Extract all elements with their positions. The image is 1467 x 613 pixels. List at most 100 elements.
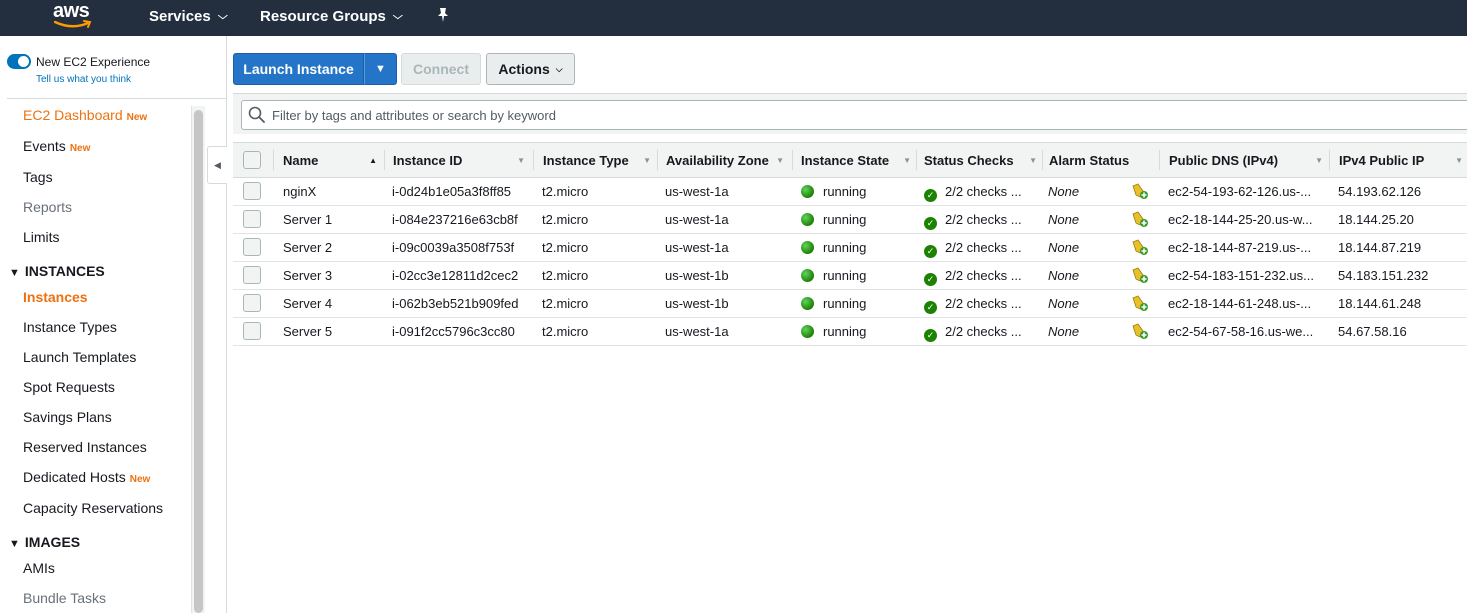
sidebar-item-reports[interactable]: Reports — [23, 199, 72, 215]
column-header-instance-id[interactable]: Instance ID ▼ — [393, 143, 529, 177]
table-row[interactable]: Server 1 i-084e237216e63cb8f t2.micro us-we… — [233, 206, 1467, 234]
column-header-ipv4-public-ip[interactable]: IPv4 Public IP ▼ — [1339, 143, 1467, 177]
sort-icon: ▼ — [1315, 156, 1323, 165]
table-row[interactable]: nginX i-0d24b1e05a3f8ff85 t2.micro us-west-… — [233, 178, 1467, 206]
cell-availability-zone: us-west-1a — [665, 324, 729, 339]
search-input[interactable]: Filter by tags and attributes or search … — [241, 100, 1467, 130]
collapse-sidebar-button[interactable]: ◀ — [207, 146, 227, 184]
sidebar-item-savings-plans[interactable]: Savings Plans — [23, 409, 112, 425]
row-checkbox[interactable] — [243, 266, 261, 284]
cell-instance-id: i-0d24b1e05a3f8ff85 — [392, 184, 512, 199]
row-checkbox[interactable] — [243, 210, 261, 228]
cell-alarm-status: None — [1048, 212, 1080, 227]
create-alarm-icon[interactable] — [1131, 238, 1149, 256]
cell-status-checks: ✓ 2/2 checks ... — [924, 324, 1022, 342]
cell-instance-type: t2.micro — [542, 296, 589, 311]
feedback-link[interactable]: Tell us what you think — [36, 74, 131, 85]
new-badge: New — [126, 112, 148, 123]
sidebar-item-spot-requests[interactable]: Spot Requests — [23, 379, 115, 395]
sidebar-item-tags[interactable]: Tags — [23, 169, 53, 185]
cell-ipv4-public-ip: 18.144.87.219 — [1338, 240, 1422, 255]
create-alarm-icon[interactable] — [1131, 294, 1149, 312]
section-instances[interactable]: ▼ INSTANCES — [9, 263, 105, 279]
sidebar-scrollbar[interactable] — [191, 106, 205, 613]
aws-logo[interactable]: aws — [52, 0, 96, 36]
sort-icon: ▼ — [1455, 156, 1463, 165]
sidebar-item-limits[interactable]: Limits — [23, 229, 60, 245]
column-header-availability-zone[interactable]: Availability Zone ▼ — [666, 143, 788, 177]
actions-label: Actions — [498, 61, 550, 77]
launch-instance-dropdown[interactable]: ▼ — [364, 53, 397, 85]
divider — [7, 98, 227, 99]
table-row[interactable]: Server 3 i-02cc3e12811d2cec2 t2.micro us-we… — [233, 262, 1467, 290]
sidebar-item-instances[interactable]: Instances — [23, 289, 88, 305]
cell-alarm-status: None — [1048, 324, 1080, 339]
cell-instance-type: t2.micro — [542, 212, 589, 227]
cell-ipv4-public-ip: 54.67.58.16 — [1338, 324, 1407, 339]
services-label: Services — [149, 8, 211, 25]
table-row[interactable]: Server 4 i-062b3eb521b909fed t2.micro us-we… — [233, 290, 1467, 318]
column-header-name[interactable]: Name ▲ — [283, 143, 381, 177]
sort-ascending-icon: ▲ — [369, 156, 377, 165]
actions-button[interactable]: Actions ⌵ — [486, 53, 575, 85]
cell-public-dns: ec2-18-144-61-248.us-... — [1168, 296, 1312, 311]
row-checkbox[interactable] — [243, 322, 261, 340]
sort-icon: ▼ — [1029, 156, 1037, 165]
services-menu[interactable]: Services ⌵ — [149, 8, 228, 25]
resource-groups-label: Resource Groups — [260, 8, 386, 25]
column-header-status-checks[interactable]: Status Checks ▼ — [924, 143, 1041, 177]
cell-public-dns: ec2-18-144-25-20.us-w... — [1168, 212, 1313, 227]
cell-ipv4-public-ip: 18.144.61.248 — [1338, 296, 1422, 311]
select-all-checkbox[interactable] — [243, 151, 261, 169]
pin-icon[interactable] — [437, 7, 449, 27]
cell-status-checks: ✓ 2/2 checks ... — [924, 184, 1022, 202]
scrollbar-thumb[interactable] — [194, 110, 203, 613]
sidebar-item-events[interactable]: Events New — [23, 138, 90, 154]
check-circle-icon: ✓ — [924, 273, 937, 286]
caret-down-icon: ▼ — [375, 63, 386, 75]
connect-button[interactable]: Connect — [401, 53, 481, 85]
cell-instance-state: running — [801, 184, 866, 199]
cell-status-checks: ✓ 2/2 checks ... — [924, 240, 1022, 258]
cell-instance-id: i-02cc3e12811d2cec2 — [392, 268, 519, 283]
running-status-icon — [801, 185, 814, 198]
column-header-alarm-status[interactable]: Alarm Status — [1049, 143, 1149, 177]
cell-instance-state: running — [801, 268, 866, 283]
new-ec2-experience-toggle[interactable] — [7, 54, 31, 69]
row-checkbox[interactable] — [243, 182, 261, 200]
new-badge: New — [69, 143, 91, 154]
cell-public-dns: ec2-54-183-151-232.us... — [1168, 268, 1314, 283]
create-alarm-icon[interactable] — [1131, 210, 1149, 228]
cell-instance-state: running — [801, 240, 866, 255]
row-checkbox[interactable] — [243, 294, 261, 312]
sidebar-item-reserved-instances[interactable]: Reserved Instances — [23, 439, 147, 455]
table-row[interactable]: Server 2 i-09c0039a3508f753f t2.micro us-we… — [233, 234, 1467, 262]
column-header-instance-type[interactable]: Instance Type ▼ — [543, 143, 655, 177]
table-row[interactable]: Server 5 i-091f2cc5796c3cc80 t2.micro us-we… — [233, 318, 1467, 346]
cell-instance-type: t2.micro — [542, 240, 589, 255]
row-checkbox[interactable] — [243, 238, 261, 256]
cell-alarm-status: None — [1048, 296, 1080, 311]
cell-alarm-status: None — [1048, 184, 1080, 199]
sidebar-item-amis[interactable]: AMIs — [23, 560, 55, 576]
launch-instance-button[interactable]: Launch Instance — [233, 53, 364, 85]
running-status-icon — [801, 297, 814, 310]
sidebar-item-ec2-dashboard[interactable]: EC2 Dashboard New — [23, 107, 147, 123]
resource-groups-menu[interactable]: Resource Groups ⌵ — [260, 8, 403, 25]
cell-public-dns: ec2-54-193-62-126.us-... — [1168, 184, 1312, 199]
sidebar-item-capacity-reservations[interactable]: Capacity Reservations — [23, 500, 163, 516]
sidebar-item-dedicated-hosts[interactable]: Dedicated Hosts New — [23, 469, 150, 485]
sidebar-item-bundle-tasks[interactable]: Bundle Tasks — [23, 590, 106, 606]
sidebar-item-launch-templates[interactable]: Launch Templates — [23, 349, 136, 365]
create-alarm-icon[interactable] — [1131, 182, 1149, 200]
column-header-instance-state[interactable]: Instance State ▼ — [801, 143, 915, 177]
chevron-down-icon: ⌵ — [217, 11, 228, 22]
create-alarm-icon[interactable] — [1131, 266, 1149, 284]
sidebar-item-instance-types[interactable]: Instance Types — [23, 319, 117, 335]
cell-status-checks: ✓ 2/2 checks ... — [924, 296, 1022, 314]
cell-public-dns: ec2-18-144-87-219.us-... — [1168, 240, 1312, 255]
main-content: Launch Instance ▼ Connect Actions ⌵ Filt… — [228, 36, 1467, 613]
section-images[interactable]: ▼ IMAGES — [9, 534, 80, 550]
column-header-public-dns[interactable]: Public DNS (IPv4) ▼ — [1169, 143, 1327, 177]
create-alarm-icon[interactable] — [1131, 322, 1149, 340]
